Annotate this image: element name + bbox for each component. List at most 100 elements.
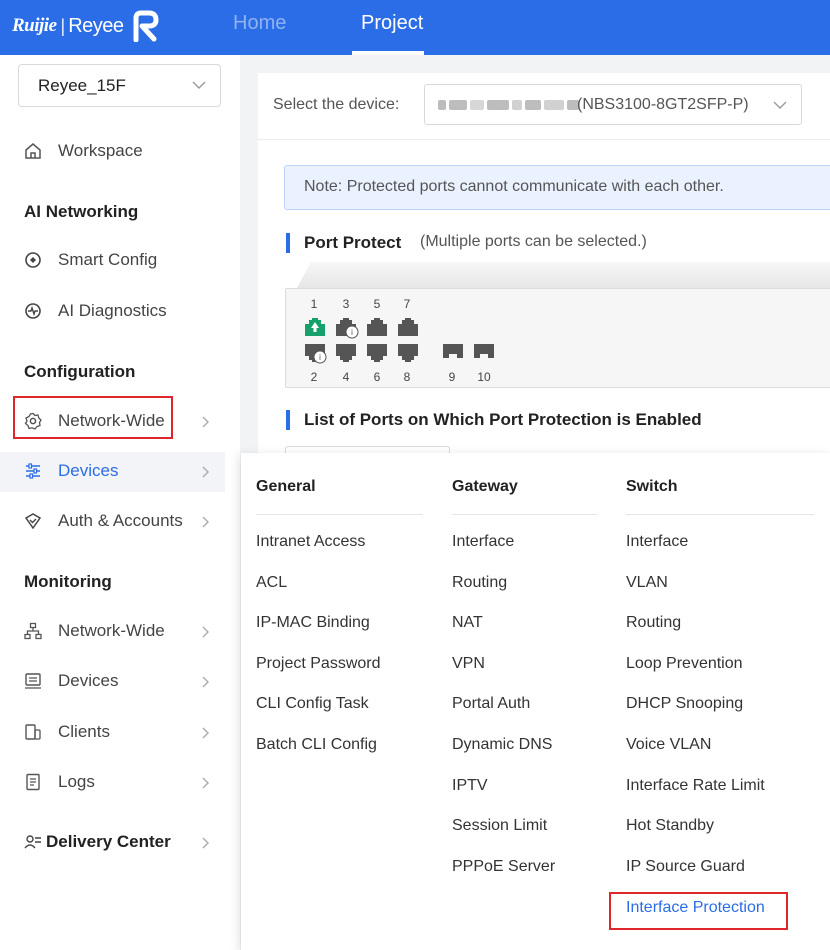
port-7[interactable] [397, 317, 419, 337]
device-select[interactable]: (NBS3100-8GT2SFP-P) [424, 84, 802, 125]
reyee-logo-icon [133, 10, 159, 42]
menu-item-interface-rate-limit[interactable]: Interface Rate Limit [626, 777, 765, 795]
menu-item-dhcp-snooping[interactable]: DHCP Snooping [626, 695, 743, 713]
menu-item-hot-standby[interactable]: Hot Standby [626, 817, 714, 835]
divider [626, 514, 814, 515]
chevron-right-icon [202, 727, 209, 739]
project-select[interactable]: Reyee_15F [18, 64, 221, 107]
port-number: 8 [403, 370, 411, 384]
chevron-right-icon [202, 676, 209, 688]
chevron-right-icon [202, 466, 209, 478]
menu-column-gateway: Gateway [452, 478, 518, 495]
topology-icon [24, 622, 42, 640]
menu-item-voice-vlan[interactable]: Voice VLAN [626, 736, 711, 754]
port-list-title: List of Ports on Which Port Protection i… [304, 410, 702, 429]
port-9[interactable] [442, 343, 464, 361]
sidebar-item-label: Delivery Center [46, 832, 171, 851]
menu-item-switch-routing[interactable]: Routing [626, 614, 681, 632]
section-marker [286, 410, 290, 430]
switch-panel [285, 288, 830, 388]
sidebar-item-config-devices[interactable]: Devices [0, 452, 225, 492]
port-1[interactable] [304, 317, 326, 337]
port-number: 7 [403, 297, 411, 311]
menu-item-session-limit[interactable]: Session Limit [452, 817, 547, 835]
menu-item-vlan[interactable]: VLAN [626, 574, 668, 592]
menu-item-gateway-routing[interactable]: Routing [452, 574, 507, 592]
port-6[interactable] [366, 343, 388, 363]
menu-item-ip-mac-binding[interactable]: IP-MAC Binding [256, 614, 370, 632]
note-banner: Note: Protected ports cannot communicate… [284, 165, 830, 210]
blurred-device-name [438, 98, 579, 112]
sidebar-item-monitor-network-wide[interactable]: Network-Wide [0, 612, 240, 652]
divider [256, 514, 423, 515]
sidebar-item-clients[interactable]: Clients [0, 713, 240, 753]
sidebar-item-workspace[interactable]: Workspace [0, 132, 240, 172]
brand-logo[interactable]: Ruijie | Reyee [12, 9, 160, 43]
section-ai-networking: AI Networking [24, 202, 139, 221]
sidebar-item-label: Network-Wide [58, 621, 165, 640]
port-number: 10 [477, 370, 491, 384]
devices-highlight-box [13, 396, 173, 439]
chevron-right-icon [202, 777, 209, 789]
menu-item-ip-source-guard[interactable]: IP Source Guard [626, 858, 745, 876]
chevron-right-icon [202, 837, 209, 849]
sidebar-item-label: Smart Config [58, 250, 158, 269]
sidebar-item-label: Clients [58, 722, 110, 741]
sidebar-item-auth-accounts[interactable]: Auth & Accounts [0, 502, 240, 542]
menu-item-iptv[interactable]: IPTV [452, 777, 488, 795]
port-3[interactable]: i [335, 317, 359, 339]
port-8[interactable] [397, 343, 419, 363]
chevron-right-icon [202, 416, 209, 428]
tab-project[interactable]: Project [361, 12, 423, 35]
sidebar-item-delivery-center[interactable]: Delivery Center [0, 823, 240, 863]
sidebar-item-logs[interactable]: Logs [0, 763, 240, 803]
port-10[interactable] [473, 343, 495, 361]
logo-brand-secondary: Reyee [68, 14, 124, 37]
menu-item-portal-auth[interactable]: Portal Auth [452, 695, 530, 713]
menu-item-dynamic-dns[interactable]: Dynamic DNS [452, 736, 552, 754]
sidebar-item-ai-diagnostics[interactable]: AI Diagnostics [0, 292, 240, 332]
menu-item-vpn[interactable]: VPN [452, 655, 485, 673]
menu-item-acl[interactable]: ACL [256, 574, 287, 592]
tab-home[interactable]: Home [233, 12, 286, 35]
home-icon [25, 143, 41, 159]
sidebar-item-label: Devices [58, 671, 119, 690]
port-protect-subtitle: (Multiple ports can be selected.) [420, 233, 647, 250]
menu-item-loop-prevention[interactable]: Loop Prevention [626, 655, 743, 673]
port-5[interactable] [366, 317, 388, 337]
port-number: 3 [342, 297, 350, 311]
chevron-right-icon [202, 516, 209, 528]
note-text: Note: Protected ports cannot communicate… [304, 178, 724, 195]
logo-brand: Ruijie [12, 15, 57, 36]
sidebar-item-monitor-devices[interactable]: Devices [0, 662, 240, 702]
client-icon [25, 724, 41, 740]
divider [452, 514, 597, 515]
sidebar-item-smart-config[interactable]: Smart Config [0, 241, 240, 281]
sidebar-item-label: Logs [58, 772, 95, 791]
menu-item-intranet-access[interactable]: Intranet Access [256, 533, 365, 551]
port-protect-title: Port Protect [304, 233, 402, 252]
diagnostics-icon [25, 303, 41, 319]
svg-text:i: i [351, 328, 353, 337]
shield-icon [24, 513, 42, 530]
port-2[interactable]: i [304, 343, 328, 365]
delivery-icon [24, 835, 41, 849]
chevron-down-icon [192, 81, 206, 89]
menu-item-nat[interactable]: NAT [452, 614, 483, 632]
switch-top-face [297, 262, 830, 288]
menu-item-cli-config-task[interactable]: CLI Config Task [256, 695, 369, 713]
section-monitoring: Monitoring [24, 572, 112, 591]
menu-item-project-password[interactable]: Project Password [256, 655, 381, 673]
sliders-icon [26, 463, 40, 479]
project-select-value: Reyee_15F [38, 76, 126, 95]
port-4[interactable] [335, 343, 357, 363]
port-number: 2 [310, 370, 318, 384]
menu-item-gateway-interface[interactable]: Interface [452, 533, 514, 551]
port-number: 9 [448, 370, 456, 384]
port-number: 4 [342, 370, 350, 384]
menu-item-switch-interface[interactable]: Interface [626, 533, 688, 551]
menu-item-pppoe-server[interactable]: PPPoE Server [452, 858, 555, 876]
port-number: 6 [373, 370, 381, 384]
menu-item-batch-cli-config[interactable]: Batch CLI Config [256, 736, 377, 754]
chevron-right-icon [202, 626, 209, 638]
